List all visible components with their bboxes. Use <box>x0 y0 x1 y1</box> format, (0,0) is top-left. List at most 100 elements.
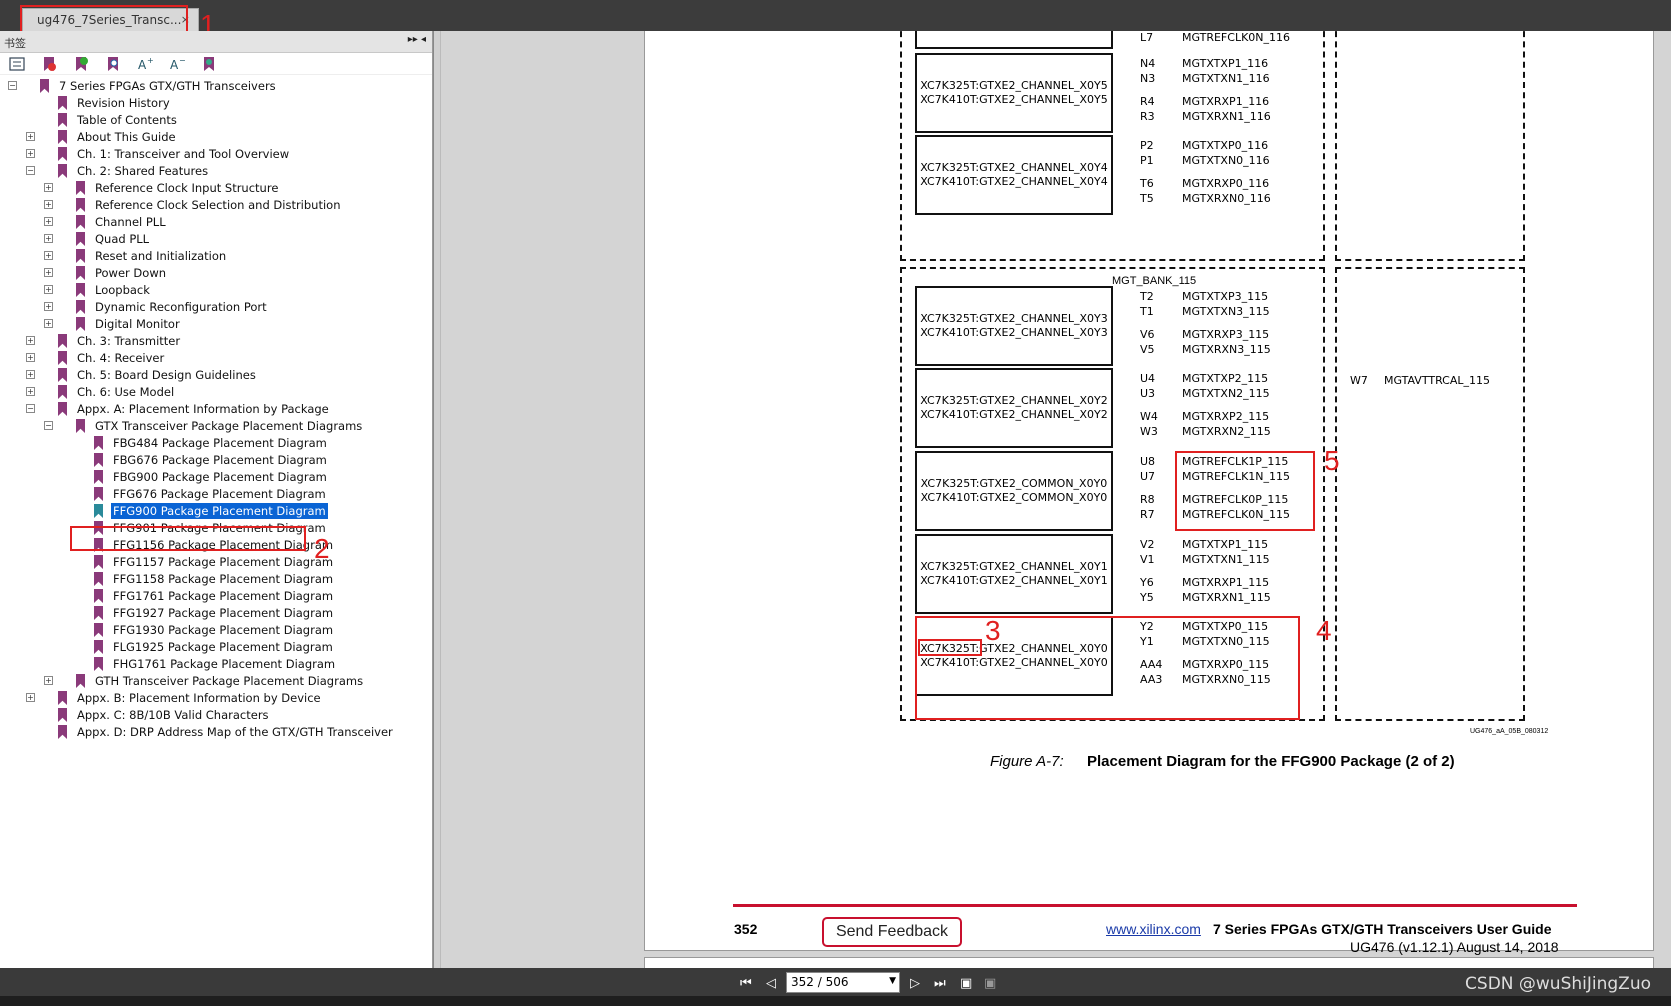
bookmark-item[interactable]: Quad PLL <box>76 230 151 248</box>
pin-name: MGTXRXN1_115 <box>1182 591 1271 604</box>
pin-ball: N3 <box>1140 72 1156 85</box>
bookmark-icon <box>58 708 67 722</box>
bookmark-item[interactable]: GTX Transceiver Package Placement Diagra… <box>76 417 364 435</box>
panel-controls-icon[interactable]: ▸▸ ◂ <box>408 34 426 45</box>
expand-icon[interactable]: + <box>26 370 35 379</box>
bookmark-item[interactable]: GTH Transceiver Package Placement Diagra… <box>76 672 365 690</box>
bookmark-item[interactable]: FHG1761 Package Placement Diagram <box>94 655 337 673</box>
bookmark-item-selected[interactable]: FFG900 Package Placement Diagram <box>94 502 328 520</box>
channel-site-410t: XC7K410T:GTXE2_CHANNEL_X0Y5 <box>920 93 1108 106</box>
bookmark-item[interactable]: Ch. 5: Board Design Guidelines <box>58 366 258 384</box>
document-viewer[interactable]: MGT_BANK_115 UG476_aA_05B_080312 Figure … <box>441 31 1671 968</box>
bookmark-label: FLG1925 Package Placement Diagram <box>113 640 333 654</box>
view-mode-icon[interactable]: ▣ <box>960 976 972 991</box>
bookmark-item[interactable]: Ch. 1: Transceiver and Tool Overview <box>58 145 291 163</box>
find-bookmark-icon[interactable] <box>104 55 122 73</box>
page-dropdown-icon[interactable]: ▼ <box>889 976 896 986</box>
collapse-icon[interactable]: − <box>26 404 35 413</box>
bookmark-item[interactable]: FFG1761 Package Placement Diagram <box>94 587 335 605</box>
bookmark-properties-icon[interactable] <box>200 55 218 73</box>
channel-site-325t: XC7K325T:GTXE2_CHANNEL_X0Y1 <box>920 560 1108 573</box>
bookmark-item[interactable]: Digital Monitor <box>76 315 182 333</box>
svg-text:A: A <box>170 58 179 71</box>
bookmark-icon <box>76 674 85 688</box>
collapse-icon[interactable]: − <box>44 421 53 430</box>
bookmark-icon <box>76 181 85 195</box>
bookmark-item[interactable]: FFG1930 Package Placement Diagram <box>94 621 335 639</box>
expand-icon[interactable]: + <box>44 302 53 311</box>
bookmark-item[interactable]: FFG1157 Package Placement Diagram <box>94 553 335 571</box>
collapse-icon[interactable]: − <box>26 166 35 175</box>
bookmark-icon <box>58 164 67 178</box>
bookmark-item[interactable]: About This Guide <box>58 128 178 146</box>
pin-name: MGTXTXN1_115 <box>1182 553 1270 566</box>
bookmark-icon <box>94 657 103 671</box>
page-number-field[interactable]: 352 / 506 ▼ <box>786 972 900 993</box>
bookmark-item[interactable]: Ch. 6: Use Model <box>58 383 176 401</box>
expand-icon[interactable]: + <box>44 251 53 260</box>
bookmark-item[interactable]: Appx. C: 8B/10B Valid Characters <box>58 706 271 724</box>
xilinx-link[interactable]: www.xilinx.com <box>1106 921 1201 937</box>
collapse-icon[interactable]: − <box>8 81 17 90</box>
expand-icon[interactable]: + <box>26 353 35 362</box>
pin-name: MGTXRXP2_115 <box>1182 410 1270 423</box>
expand-icon[interactable]: + <box>44 268 53 277</box>
expand-icon[interactable]: + <box>26 693 35 702</box>
bookmark-item[interactable]: Appx. B: Placement Information by Device <box>58 689 323 707</box>
bookmark-item[interactable]: Loopback <box>76 281 152 299</box>
add-bookmark-icon[interactable] <box>72 55 90 73</box>
expand-icon[interactable]: + <box>26 132 35 141</box>
pin-name: MGTXTXN2_115 <box>1182 387 1270 400</box>
pin-ball: W3 <box>1140 425 1158 438</box>
bookmark-item[interactable]: 7 Series FPGAs GTX/GTH Transceivers <box>40 77 278 95</box>
pin-name: MGTAVTTRCAL_115 <box>1384 374 1491 387</box>
view-mode-2-icon[interactable]: ▣ <box>984 976 996 991</box>
bookmark-item[interactable]: FLG1925 Package Placement Diagram <box>94 638 335 656</box>
panel-splitter[interactable] <box>433 31 441 968</box>
bookmark-item[interactable]: FFG1927 Package Placement Diagram <box>94 604 335 622</box>
expand-icon[interactable]: + <box>44 285 53 294</box>
bookmark-item[interactable]: FFG676 Package Placement Diagram <box>94 485 328 503</box>
bookmark-item[interactable]: FBG676 Package Placement Diagram <box>94 451 329 469</box>
bookmark-options-icon[interactable] <box>8 55 26 73</box>
bookmark-item[interactable]: Reference Clock Selection and Distributi… <box>76 196 343 214</box>
bookmark-item[interactable]: Appx. D: DRP Address Map of the GTX/GTH … <box>58 723 395 741</box>
expand-icon[interactable]: + <box>26 149 35 158</box>
bookmark-item[interactable]: Power Down <box>76 264 168 282</box>
expand-icon[interactable]: + <box>26 336 35 345</box>
bookmark-icon <box>76 317 85 331</box>
bookmark-item[interactable]: Appx. A: Placement Information by Packag… <box>58 400 331 418</box>
bookmark-item[interactable]: Reference Clock Input Structure <box>76 179 280 197</box>
bookmark-item[interactable]: Channel PLL <box>76 213 168 231</box>
send-feedback-button[interactable]: Send Feedback <box>822 917 962 947</box>
expand-icon[interactable]: + <box>44 676 53 685</box>
bookmark-item[interactable]: Reset and Initialization <box>76 247 228 265</box>
bookmark-icon <box>94 487 103 501</box>
expand-icon[interactable]: + <box>44 183 53 192</box>
expand-icon[interactable]: + <box>44 200 53 209</box>
delete-bookmark-icon[interactable] <box>40 55 58 73</box>
increase-font-icon[interactable]: A + <box>136 55 154 73</box>
next-page-icon[interactable]: ▷ <box>910 976 920 991</box>
expand-icon[interactable]: + <box>44 217 53 226</box>
bookmark-item[interactable]: Dynamic Reconfiguration Port <box>76 298 269 316</box>
pin-name: MGTXRXP1_116 <box>1182 95 1270 108</box>
bookmark-item[interactable]: Revision History <box>58 94 172 112</box>
bookmark-item[interactable]: FFG1158 Package Placement Diagram <box>94 570 335 588</box>
first-page-icon[interactable]: ⏮ <box>740 976 752 991</box>
bookmark-icon <box>76 232 85 246</box>
channel-box: XC7K325T:GTXE2_CHANNEL_X0Y3 XC7K410T:GTXE… <box>915 286 1113 366</box>
bookmark-item[interactable]: FBG900 Package Placement Diagram <box>94 468 329 486</box>
last-page-icon[interactable]: ⏭ <box>934 976 946 991</box>
bookmark-item[interactable]: FBG484 Package Placement Diagram <box>94 434 329 452</box>
bookmark-item[interactable]: Ch. 4: Receiver <box>58 349 166 367</box>
expand-icon[interactable]: + <box>44 319 53 328</box>
bookmark-item[interactable]: Ch. 3: Transmitter <box>58 332 182 350</box>
expand-icon[interactable]: + <box>26 387 35 396</box>
expand-icon[interactable]: + <box>44 234 53 243</box>
decrease-font-icon[interactable]: A − <box>168 55 186 73</box>
bookmark-item[interactable]: Table of Contents <box>58 111 179 129</box>
prev-page-icon[interactable]: ◁ <box>766 976 776 991</box>
bookmark-item[interactable]: Ch. 2: Shared Features <box>58 162 210 180</box>
guide-version: UG476 (v1.12.1) August 14, 2018 <box>1350 939 1559 955</box>
